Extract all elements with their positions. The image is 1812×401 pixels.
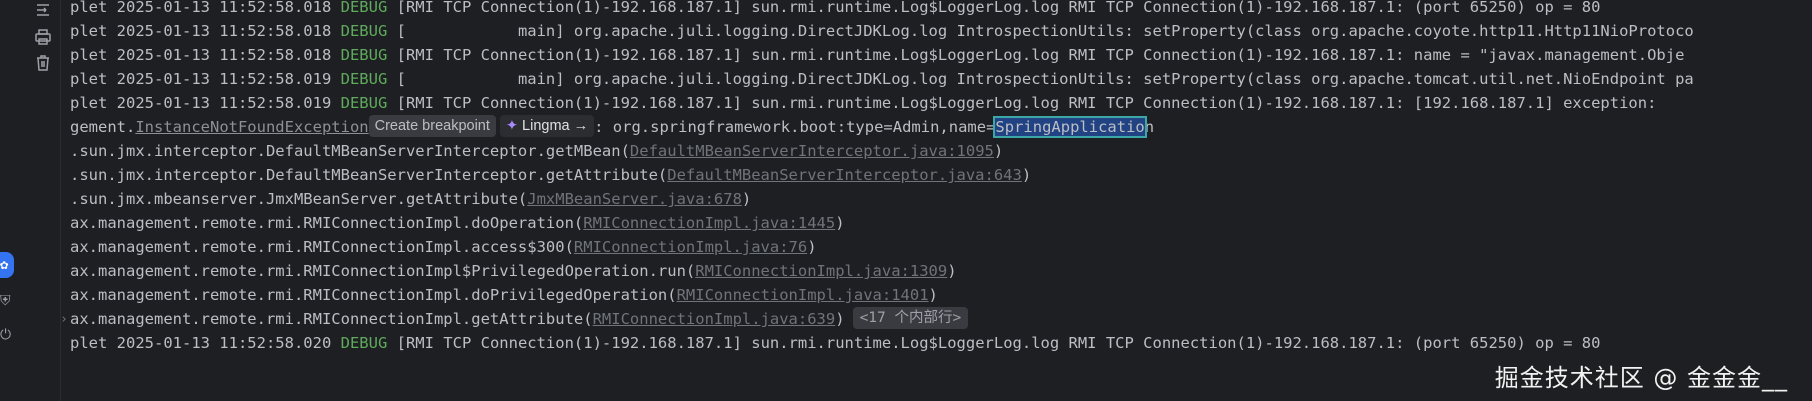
log-level-debug: DEBUG (340, 46, 388, 64)
source-link[interactable]: DefaultMBeanServerInterceptor.java:1095 (630, 142, 994, 160)
log-line: plet 2025-01-13 11:52:58.019 DEBUG [ mai… (70, 70, 1694, 88)
selected-text[interactable]: SpringApplicatio (993, 116, 1147, 138)
source-link[interactable]: RMIConnectionImpl.java:76 (574, 238, 807, 256)
lingma-button[interactable]: ✦ Lingma → (499, 114, 595, 137)
source-link[interactable]: RMIConnectionImpl.java:1401 (677, 286, 929, 304)
source-link[interactable]: JmxMBeanServer.java:678 (527, 190, 742, 208)
create-breakpoint-hint[interactable]: Create breakpoint (368, 114, 496, 137)
source-link[interactable]: RMIConnectionImpl.java:639 (593, 310, 836, 328)
exception-line: gement.InstanceNotFoundException Create b… (70, 114, 1154, 141)
log-line: plet 2025-01-13 11:52:58.020 DEBUG [RMI … (70, 334, 1601, 352)
log-line: plet 2025-01-13 11:52:58.019 DEBUG [RMI … (70, 94, 1657, 112)
log-line: plet 2025-01-13 11:52:58.018 DEBUG [ mai… (70, 22, 1694, 40)
expand-fold-icon[interactable]: › (60, 306, 68, 333)
source-link[interactable]: RMIConnectionImpl.java:1445 (583, 214, 835, 232)
collapsed-internal-lines[interactable]: <17 个内部行> (852, 306, 969, 329)
source-link[interactable]: DefaultMBeanServerInterceptor.java:643 (667, 166, 1022, 184)
watermark: 掘金技术社区 @ 金金金__ (1494, 364, 1788, 392)
stack-frame: ax.management.remote.rmi.RMIConnectionIm… (70, 238, 817, 256)
log-line: plet 2025-01-13 11:52:58.018 DEBUG [RMI … (70, 46, 1685, 64)
log-level-debug: DEBUG (340, 0, 388, 16)
stack-frame: ax.management.remote.rmi.RMIConnectionIm… (70, 286, 938, 304)
stack-frame: › ax.management.remote.rmi.RMIConnectionI… (60, 306, 969, 333)
structure-tab-icon[interactable]: ⛨ (0, 288, 14, 314)
console-output[interactable]: plet 2025-01-13 11:52:58.018 DEBUG [RMI … (60, 0, 1812, 401)
soft-wrap-icon[interactable] (32, 0, 54, 22)
exception-class-link[interactable]: InstanceNotFoundException (135, 118, 368, 136)
trash-icon[interactable] (32, 52, 54, 74)
log-level-debug: DEBUG (340, 70, 388, 88)
arrow-right-icon: → (573, 117, 589, 134)
stack-frame: .sun.jmx.mbeanserver.JmxMBeanServer.getA… (70, 190, 752, 208)
source-link[interactable]: RMIConnectionImpl.java:1309 (695, 262, 947, 280)
stack-frame: ax.management.remote.rmi.RMIConnectionIm… (70, 262, 957, 280)
lingma-icon: ✦ (505, 117, 519, 134)
stack-frame: .sun.jmx.interceptor.DefaultMBeanServerI… (70, 166, 1032, 184)
log-level-debug: DEBUG (340, 22, 388, 40)
log-level-debug: DEBUG (340, 94, 388, 112)
print-icon[interactable] (32, 26, 54, 48)
log-level-debug: DEBUG (340, 334, 388, 352)
services-tab-icon[interactable]: ⏻ (0, 322, 14, 348)
stack-frame: .sun.jmx.interceptor.DefaultMBeanServerI… (70, 142, 1004, 160)
lingma-tab-icon[interactable]: ✿ (0, 252, 14, 278)
console-toolbar: ✿ ⛨ ⏻ (0, 0, 61, 401)
stack-frame: ax.management.remote.rmi.RMIConnectionIm… (70, 214, 845, 232)
